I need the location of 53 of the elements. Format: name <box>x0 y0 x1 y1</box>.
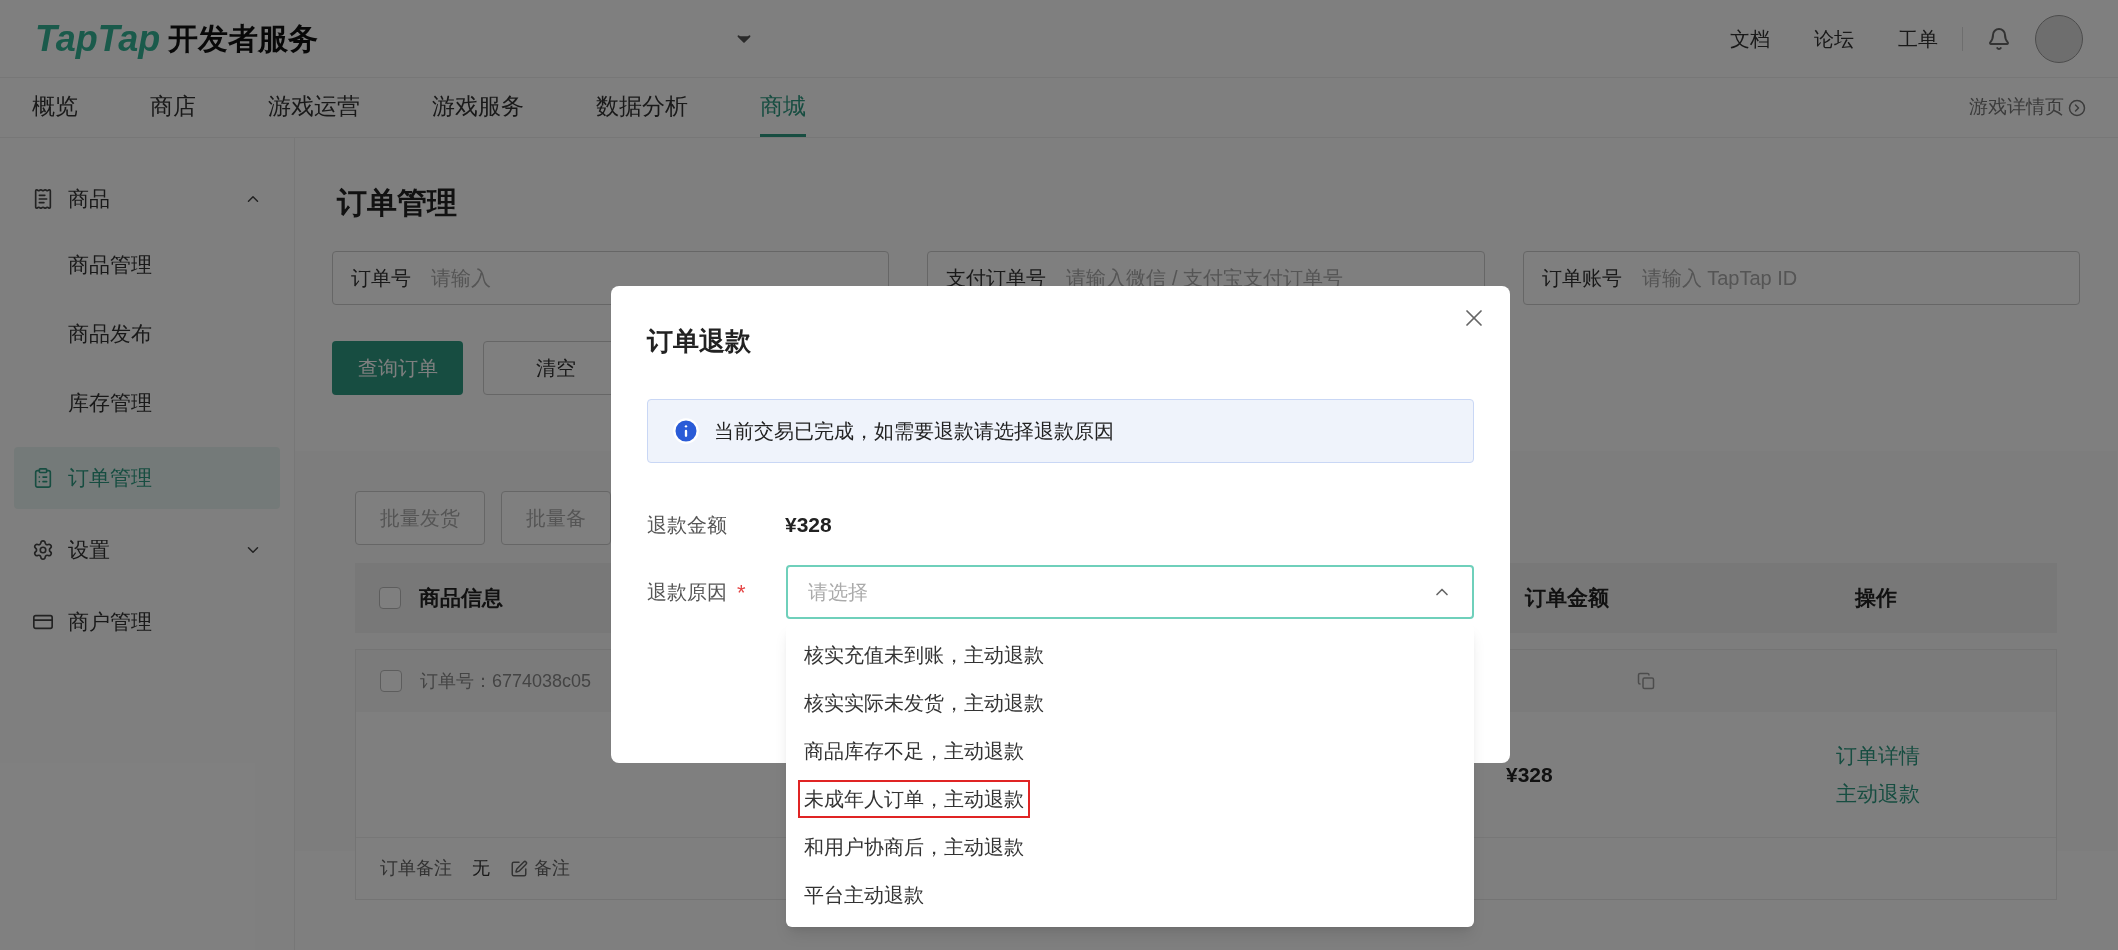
required-mark: * <box>737 578 746 607</box>
reason-option[interactable]: 和用户协商后，主动退款 <box>798 828 1030 866</box>
sidebar-item[interactable]: 商品 <box>14 168 280 230</box>
sidebar-item[interactable]: 商户管理 <box>14 591 280 653</box>
sidebar-item[interactable]: 设置 <box>14 519 280 581</box>
nav-tab[interactable]: 商城 <box>760 78 806 137</box>
checkbox[interactable] <box>380 670 402 692</box>
reason-option[interactable]: 商品库存不足，主动退款 <box>798 732 1030 770</box>
nav-tab[interactable]: 概览 <box>32 78 78 137</box>
reason-option[interactable]: 核实实际未发货，主动退款 <box>798 684 1050 722</box>
amount-value: ¥328 <box>785 512 832 539</box>
header-link[interactable]: 文档 <box>1730 23 1770 54</box>
nav-tab[interactable]: 数据分析 <box>596 78 688 137</box>
sidebar-item[interactable]: 订单管理 <box>14 447 280 509</box>
nav-tab[interactable]: 商店 <box>150 78 196 137</box>
reason-option[interactable]: 核实充值未到账，主动退款 <box>798 636 1050 674</box>
reason-label: 退款原因 <box>647 580 727 605</box>
filter-button[interactable]: 查询订单 <box>332 341 463 395</box>
logo-text: 开发者服务 <box>168 21 319 57</box>
nav-tab[interactable]: 游戏服务 <box>432 78 524 137</box>
column-header: 订单金额 <box>1525 585 1609 612</box>
column-header: 操作 <box>1855 585 1897 612</box>
sidebar-subitem[interactable]: 商品发布 <box>14 299 280 368</box>
avatar[interactable] <box>2035 14 2083 63</box>
amount-label: 退款金额 <box>647 513 728 538</box>
order-action-link[interactable]: 主动退款 <box>1836 777 1920 809</box>
checkbox[interactable] <box>379 587 401 609</box>
reason-option[interactable]: 平台主动退款 <box>798 876 930 914</box>
game-detail-link[interactable]: 游戏详情页 <box>1969 93 2064 122</box>
edit-icon <box>510 859 528 878</box>
logo-brand: TapTap <box>35 16 161 61</box>
dialog-title: 订单退款 <box>647 325 752 358</box>
reason-option[interactable]: 未成年人订单，主动退款 <box>798 780 1030 818</box>
receipt-icon <box>32 188 54 210</box>
sidebar-subitem[interactable]: 商品管理 <box>14 230 280 299</box>
reason-select[interactable]: 请选择 <box>786 565 1474 619</box>
header-link[interactable]: 工单 <box>1898 23 1938 54</box>
column-header: 商品信息 <box>419 585 503 612</box>
note-edit-link[interactable]: 备注 <box>510 855 570 882</box>
settings-icon <box>32 539 54 561</box>
order-action-link[interactable]: 订单详情 <box>1836 740 1920 772</box>
note-value: 无 <box>472 857 490 880</box>
note-label: 订单备注 <box>380 857 452 880</box>
bell-icon[interactable] <box>1987 26 2011 51</box>
page-title: 订单管理 <box>337 185 458 221</box>
header-link[interactable]: 论坛 <box>1814 23 1854 54</box>
info-icon <box>672 417 700 445</box>
clipboard-icon <box>32 467 54 489</box>
order-amount: ¥328 <box>1506 761 1554 788</box>
nav-tab[interactable]: 游戏运营 <box>268 78 360 137</box>
sidebar-subitem[interactable]: 库存管理 <box>14 368 280 437</box>
copy-icon[interactable] <box>1637 672 1656 690</box>
info-alert: 当前交易已完成，如需要退款请选择退款原因 <box>647 399 1474 463</box>
